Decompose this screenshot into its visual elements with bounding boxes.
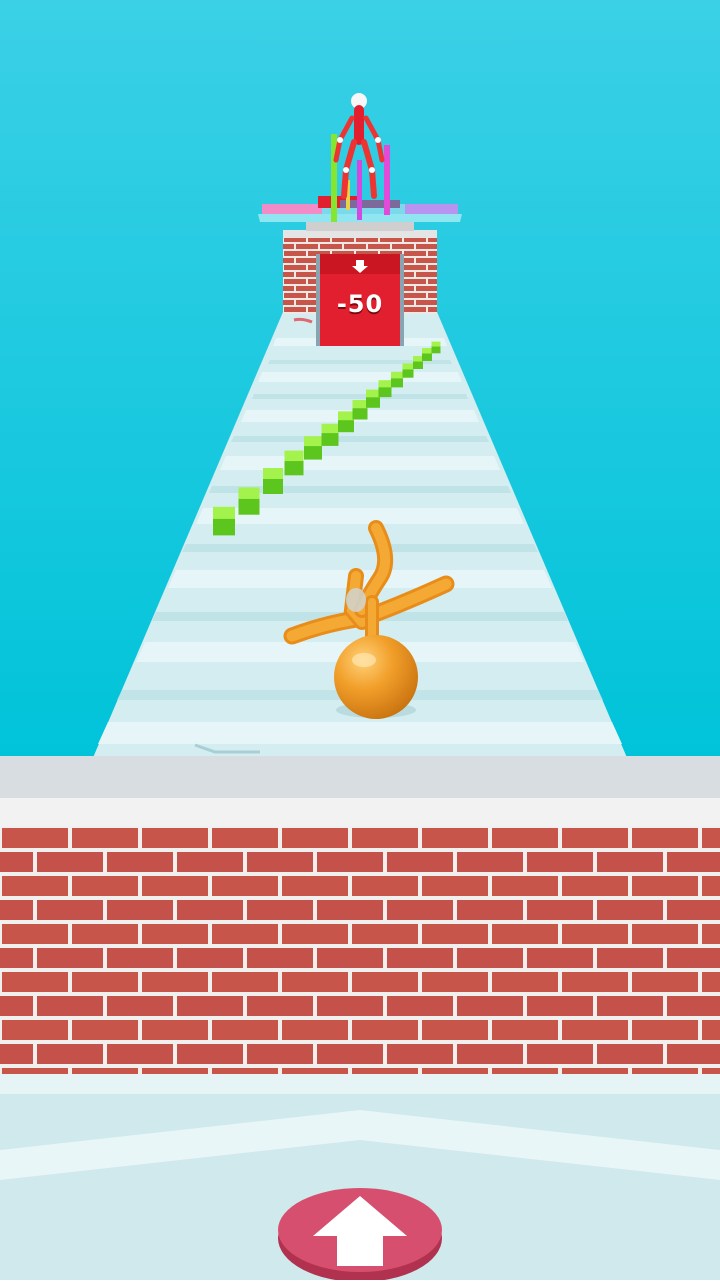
green-cube — [338, 411, 354, 433]
green-cube — [413, 356, 423, 369]
front-ledge — [0, 756, 720, 826]
green-cube — [422, 348, 432, 361]
green-cube — [431, 341, 441, 354]
green-cube — [391, 371, 403, 388]
green-cube — [321, 423, 339, 446]
green-cube — [378, 380, 392, 398]
brick-wall — [0, 826, 720, 1074]
game-scene — [0, 0, 720, 1280]
green-cube — [402, 363, 414, 378]
green-cube — [352, 400, 368, 420]
green-cube — [284, 450, 304, 476]
green-cube — [366, 389, 380, 408]
jump-up-button[interactable] — [277, 1186, 443, 1282]
green-cube — [238, 487, 260, 515]
gate-value-label: -50 — [336, 290, 384, 318]
green-cube — [263, 468, 283, 494]
green-cube — [304, 436, 322, 460]
green-cube — [213, 506, 235, 536]
